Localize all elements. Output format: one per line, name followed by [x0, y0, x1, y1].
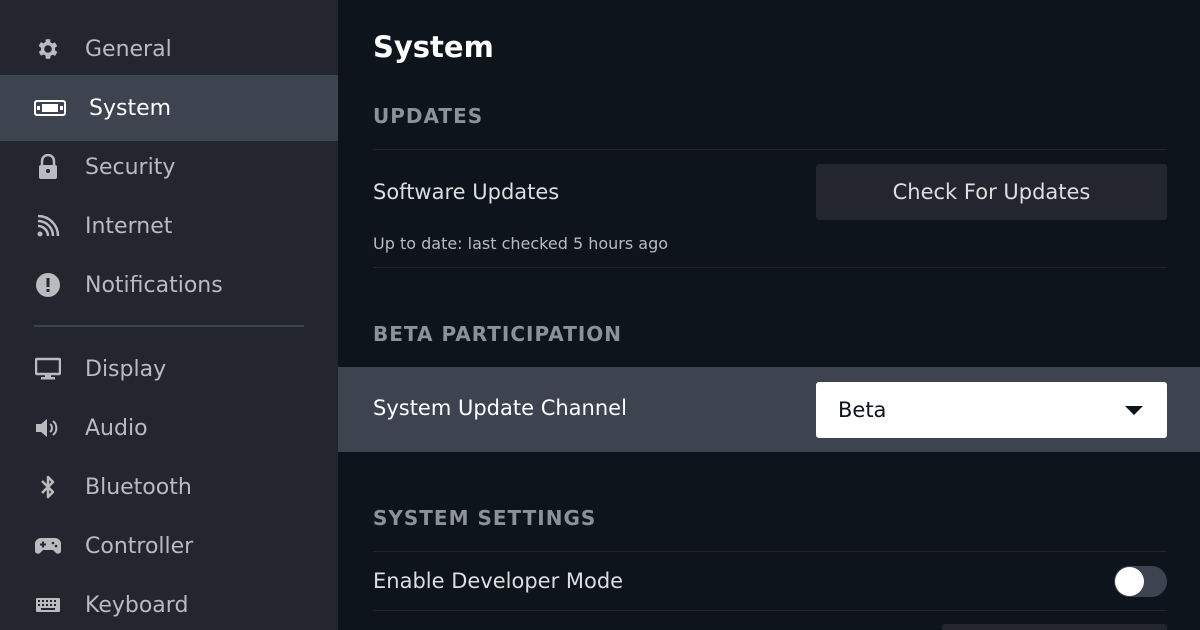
exclamation-circle-icon: [34, 271, 62, 299]
divider: [373, 149, 1167, 150]
system-update-channel-row[interactable]: System Update Channel Beta: [338, 367, 1200, 452]
sidebar: General System Security Internet Notific…: [0, 0, 338, 630]
wifi-icon: [34, 212, 62, 240]
developer-mode-toggle[interactable]: [1114, 566, 1167, 597]
developer-mode-label: Enable Developer Mode: [373, 569, 624, 593]
system-update-channel-label: System Update Channel: [373, 396, 627, 420]
sidebar-item-label: System: [89, 95, 172, 121]
update-status-text: Up to date: last checked 5 hours ago: [373, 234, 669, 253]
update-channel-dropdown[interactable]: Beta: [816, 382, 1167, 438]
sidebar-item-security[interactable]: Security: [0, 134, 338, 200]
page-title: System: [373, 30, 494, 64]
sidebar-item-general[interactable]: General: [0, 16, 338, 82]
monitor-icon: [34, 355, 62, 383]
sidebar-item-bluetooth[interactable]: Bluetooth: [0, 454, 338, 520]
sidebar-item-label: Audio: [85, 415, 148, 441]
sidebar-item-controller[interactable]: Controller: [0, 513, 338, 579]
sidebar-item-label: Notifications: [85, 272, 223, 298]
sidebar-item-label: Security: [85, 154, 176, 180]
sidebar-item-label: Internet: [85, 213, 173, 239]
handheld-icon: [34, 94, 66, 122]
settings-panel: System UPDATES Software Updates Up to da…: [338, 0, 1200, 630]
sidebar-item-internet[interactable]: Internet: [0, 193, 338, 259]
dropdown-value: Beta: [838, 398, 887, 422]
sidebar-item-label: Controller: [85, 533, 194, 559]
section-header-beta: BETA PARTICIPATION: [373, 322, 623, 346]
sidebar-item-label: Display: [85, 356, 167, 382]
gamepad-icon: [34, 532, 62, 560]
next-row-button[interactable]: [942, 624, 1167, 630]
caret-down-icon: [1125, 406, 1143, 415]
sidebar-item-label: General: [85, 36, 172, 62]
divider: [373, 610, 1167, 611]
divider: [373, 551, 1167, 552]
gear-icon: [34, 35, 62, 63]
sidebar-item-notifications[interactable]: Notifications: [0, 252, 338, 318]
sidebar-item-audio[interactable]: Audio: [0, 395, 338, 461]
lock-icon: [34, 153, 62, 181]
speaker-icon: [34, 414, 62, 442]
check-for-updates-button[interactable]: Check For Updates: [816, 164, 1167, 220]
section-header-updates: UPDATES: [373, 104, 484, 128]
software-updates-label: Software Updates: [373, 180, 560, 204]
sidebar-item-system[interactable]: System: [0, 75, 338, 141]
divider: [373, 267, 1167, 268]
sidebar-item-label: Bluetooth: [85, 474, 192, 500]
sidebar-divider: [34, 325, 304, 327]
sidebar-item-label: Keyboard: [85, 592, 189, 618]
section-header-system-settings: SYSTEM SETTINGS: [373, 506, 597, 530]
bluetooth-icon: [34, 473, 62, 501]
keyboard-icon: [34, 591, 62, 619]
sidebar-item-display[interactable]: Display: [0, 336, 338, 402]
sidebar-item-keyboard[interactable]: Keyboard: [0, 572, 338, 630]
toggle-knob: [1115, 567, 1144, 596]
